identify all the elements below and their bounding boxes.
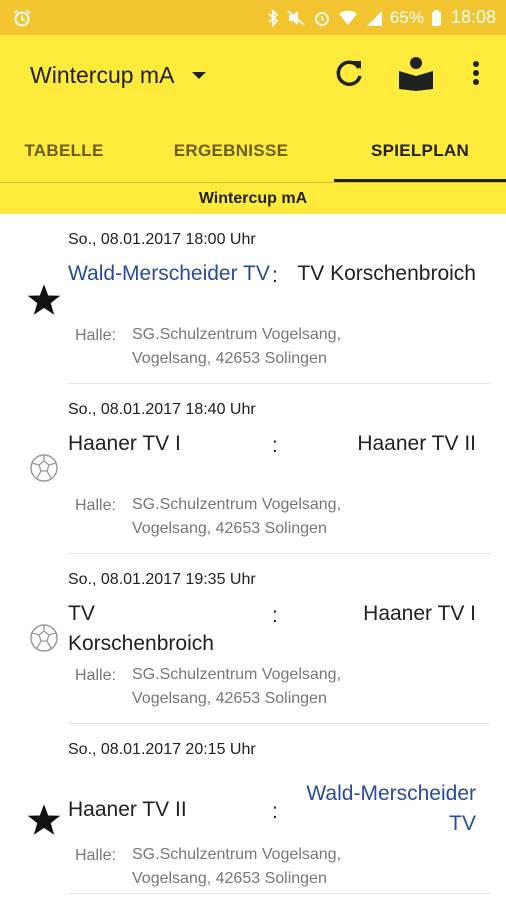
battery-icon [431, 8, 442, 28]
favorite-star-icon[interactable] [24, 280, 64, 320]
venue-line: SG.Schulzentrum Vogelsang, [132, 666, 342, 683]
wifi-icon [338, 8, 358, 28]
venue-label: Halle: [75, 847, 116, 864]
away-team[interactable]: Wald-Merscheider TV [286, 779, 476, 839]
favorite-star-icon[interactable] [24, 800, 64, 840]
clock: 18:08 [450, 7, 496, 27]
away-team[interactable]: TV Korschenbroich [276, 259, 476, 289]
venue-label: Halle: [75, 327, 116, 344]
book-reader-icon [397, 55, 435, 96]
venue-line: Vogelsang, 42653 Solingen [132, 520, 327, 537]
venue-label: Halle: [75, 497, 116, 514]
more-vert-icon [472, 60, 480, 91]
venue-line: SG.Schulzentrum Vogelsang, [132, 846, 342, 863]
bluetooth-icon [267, 8, 279, 28]
status-bar: 65% 18:08 [0, 0, 506, 35]
match-item[interactable]: So., 08.01.2017 19:35 Uhr TV Korschenbro… [0, 554, 506, 724]
tab-ergebnisse[interactable]: ERGEBNISSE [128, 123, 334, 179]
alarm-clock-icon [313, 8, 331, 28]
alarm-icon [10, 6, 34, 30]
battery-percent: 65% [389, 7, 424, 27]
dropdown-caret-icon [192, 71, 207, 79]
tab-tabelle[interactable]: TABELLE [0, 123, 128, 179]
refresh-icon [332, 56, 366, 95]
home-team[interactable]: Wald-Merscheider TV [68, 259, 283, 289]
app-title: Wintercup mA [30, 61, 175, 88]
signal-icon [365, 8, 383, 28]
venue-line: SG.Schulzentrum Vogelsang, [132, 326, 342, 343]
home-team[interactable]: Haaner TV II [68, 795, 283, 825]
away-team[interactable]: Haaner TV II [276, 429, 476, 459]
away-team[interactable]: Haaner TV I [276, 599, 476, 629]
match-date: So., 08.01.2017 18:40 Uhr [68, 401, 256, 418]
match-date: So., 08.01.2017 20:15 Uhr [68, 741, 256, 758]
competition-dropdown[interactable]: Wintercup mA [30, 57, 207, 93]
match-item[interactable]: So., 08.01.2017 18:40 Uhr Haaner TV I : … [0, 384, 506, 554]
score-separator: : [272, 800, 278, 823]
match-list: So., 08.01.2017 18:00 Uhr Wald-Merscheid… [0, 214, 506, 894]
reader-button[interactable] [396, 55, 436, 95]
venue-address: SG.Schulzentrum Vogelsang, Vogelsang, 42… [132, 493, 341, 541]
venue-address: SG.Schulzentrum Vogelsang, Vogelsang, 42… [132, 843, 341, 891]
venue-line: SG.Schulzentrum Vogelsang, [132, 496, 342, 513]
refresh-button[interactable] [329, 55, 369, 95]
home-team[interactable]: Haaner TV I [68, 429, 283, 459]
venue-label: Halle: [75, 667, 116, 684]
tab-spielplan[interactable]: SPIELPLAN [334, 123, 506, 182]
venue-line: Vogelsang, 42653 Solingen [132, 870, 327, 887]
handball-icon[interactable] [24, 448, 64, 488]
overflow-menu-button[interactable] [456, 55, 496, 95]
mute-icon [286, 8, 306, 28]
venue-line: Vogelsang, 42653 Solingen [132, 350, 327, 367]
match-date: So., 08.01.2017 19:35 Uhr [68, 571, 256, 588]
match-date: So., 08.01.2017 18:00 Uhr [68, 231, 256, 248]
venue-line: Vogelsang, 42653 Solingen [132, 690, 327, 707]
venue-address: SG.Schulzentrum Vogelsang, Vogelsang, 42… [132, 323, 341, 371]
match-item[interactable]: So., 08.01.2017 20:15 Uhr Haaner TV II :… [0, 724, 506, 894]
home-team[interactable]: TV Korschenbroich [68, 599, 228, 659]
app-bar: Wintercup mA TABELLE ERGEBNISSE SPIELPLA… [0, 35, 506, 182]
match-item[interactable]: So., 08.01.2017 18:00 Uhr Wald-Merscheid… [0, 214, 506, 384]
handball-icon[interactable] [24, 618, 64, 658]
section-header: Wintercup mA [0, 182, 506, 214]
venue-address: SG.Schulzentrum Vogelsang, Vogelsang, 42… [132, 663, 341, 711]
tab-bar: TABELLE ERGEBNISSE SPIELPLAN [0, 123, 506, 182]
